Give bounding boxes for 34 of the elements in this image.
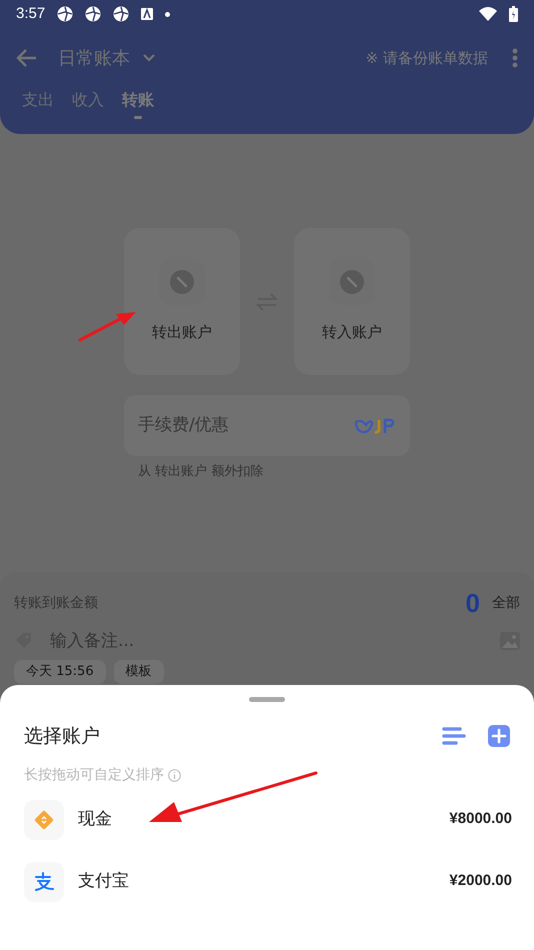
status-time: 3:57 (16, 4, 46, 24)
add-icon[interactable] (488, 725, 510, 748)
coupon-logo-icon (354, 416, 396, 434)
chip-button[interactable]: 今天 15:56 (14, 660, 106, 684)
notification-icon (57, 6, 74, 22)
annotation-arrow (78, 310, 138, 342)
back-arrow-icon[interactable] (16, 48, 38, 68)
alipay-logo-icon (33, 872, 55, 892)
keyboard-notification-icon (141, 8, 154, 20)
battery-icon (509, 6, 518, 22)
account-picker-card[interactable]: 转出账户 (124, 228, 240, 375)
sort-hint: 长按拖动可自定义排序 (24, 766, 164, 784)
tab[interactable]: 转账 (122, 88, 154, 119)
backup-notice: ※ 请备份账单数据 (366, 48, 488, 69)
all-button[interactable]: 全部 (492, 592, 520, 614)
drag-handle[interactable] (249, 697, 285, 702)
account-row[interactable]: 现金 ¥8000.00 (24, 800, 510, 840)
book-selector[interactable]: 日常账本 (58, 44, 130, 72)
notification-icon (85, 6, 102, 22)
notification-icon (113, 6, 130, 22)
chevron-down-icon (142, 53, 156, 63)
chip-button[interactable]: 模板 (114, 660, 164, 684)
account-picker-card[interactable]: 转入账户 (294, 228, 410, 375)
more-menu-icon[interactable] (512, 48, 518, 68)
dot-icon (165, 12, 170, 16)
amount-value: 0 (466, 586, 480, 620)
tab[interactable]: 收入 (72, 88, 104, 119)
tab[interactable]: 支出 (22, 88, 54, 119)
fee-field[interactable]: 手续费/优惠 (124, 395, 410, 456)
info-icon[interactable] (168, 768, 181, 782)
sheet-title: 选择账户 (24, 724, 101, 749)
sort-icon[interactable] (442, 726, 466, 746)
wifi-icon (479, 7, 497, 21)
account-row[interactable]: 支付宝 ¥2000.00 (24, 862, 510, 902)
